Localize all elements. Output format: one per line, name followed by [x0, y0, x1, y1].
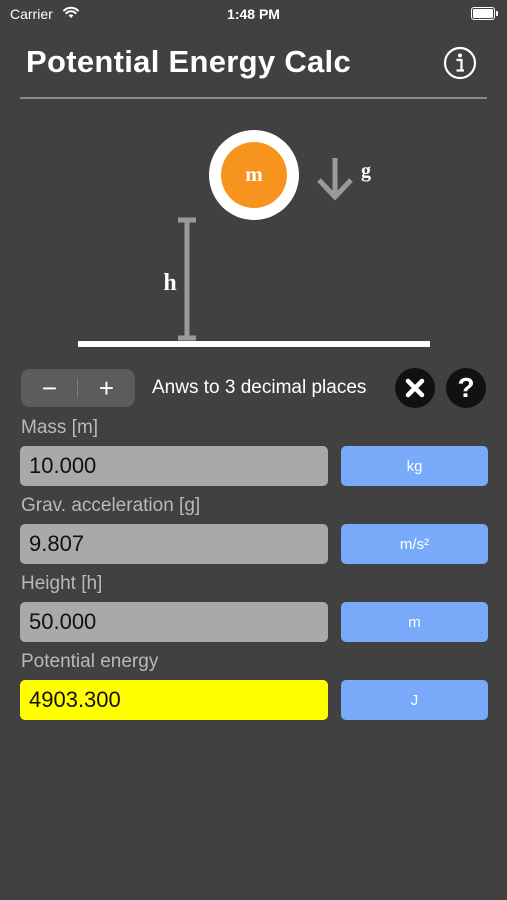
gravity-input[interactable]: 9.807 — [20, 524, 328, 564]
energy-unit-button[interactable]: J — [341, 680, 488, 720]
status-bar: Carrier 1:48 PM — [0, 0, 507, 30]
decrease-precision-button[interactable]: − — [21, 369, 78, 407]
height-label: Height [h] — [21, 573, 103, 594]
mass-input[interactable]: 10.000 — [20, 446, 328, 486]
mass-label: Mass [m] — [21, 417, 99, 438]
gravity-unit-button[interactable]: m/s² — [341, 524, 488, 564]
gravity-label: Grav. acceleration [g] — [21, 495, 201, 516]
battery-icon — [471, 7, 498, 20]
ground-line — [78, 341, 430, 347]
page-title: Potential Energy Calc — [26, 44, 352, 79]
help-button[interactable]: ? — [446, 368, 486, 408]
gravity-symbol: g — [361, 160, 371, 182]
height-input[interactable]: 50.000 — [20, 602, 328, 642]
gravity-arrow-icon — [317, 158, 353, 201]
energy-label: Potential energy — [21, 651, 159, 672]
info-icon[interactable] — [443, 46, 477, 80]
height-bar — [178, 217, 196, 341]
clock: 1:48 PM — [227, 6, 280, 22]
precision-stepper[interactable]: − + — [21, 369, 135, 407]
mass-symbol: m — [245, 162, 263, 186]
precision-label: Anws to 3 decimal places — [152, 377, 367, 398]
close-x-icon — [405, 378, 425, 398]
increase-precision-button[interactable]: + — [78, 369, 135, 407]
header-divider — [20, 97, 487, 99]
clear-button[interactable] — [395, 368, 435, 408]
height-symbol: h — [163, 270, 176, 296]
height-unit-button[interactable]: m — [341, 602, 488, 642]
mass-unit-button[interactable]: kg — [341, 446, 488, 486]
energy-result: 4903.300 — [20, 680, 328, 720]
energy-diagram: m g h — [0, 110, 507, 355]
